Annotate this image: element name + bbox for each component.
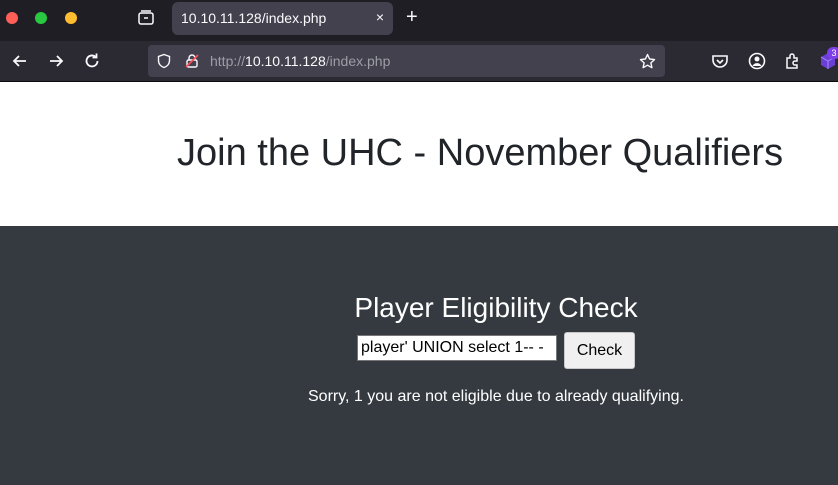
browser-titlebar: 10.10.11.128/index.php × +	[0, 0, 838, 41]
new-tab-button[interactable]: +	[406, 6, 418, 29]
url-path: /index.php	[325, 53, 391, 69]
tab-list-icon[interactable]	[137, 9, 155, 27]
back-icon[interactable]	[10, 51, 30, 71]
extension-badge-icon[interactable]: 3	[818, 47, 838, 71]
address-bar[interactable]: http://10.10.11.128/index.php	[148, 45, 665, 77]
bookmark-star-icon[interactable]	[639, 53, 656, 70]
url-scheme: http://	[210, 53, 246, 69]
player-name-input[interactable]	[357, 335, 557, 361]
pocket-icon[interactable]	[710, 51, 730, 71]
extensions-icon[interactable]	[783, 51, 803, 71]
page-header: Join the UHC - November Qualifiers	[0, 82, 838, 226]
result-message: Sorry, 1 you are not eligible due to alr…	[308, 388, 684, 405]
close-window-button[interactable]	[6, 12, 18, 24]
insecure-lock-icon[interactable]	[184, 53, 200, 69]
close-tab-icon[interactable]: ×	[376, 9, 384, 25]
browser-navbar: http://10.10.11.128/index.php 3	[0, 41, 838, 82]
active-tab[interactable]: 10.10.11.128/index.php ×	[172, 2, 393, 35]
url-text: http://10.10.11.128/index.php	[210, 53, 390, 69]
forward-icon[interactable]	[46, 51, 66, 71]
section-title: Player Eligibility Check	[354, 292, 638, 323]
page-title: Join the UHC - November Qualifiers	[177, 132, 784, 174]
check-button[interactable]: Check	[564, 332, 635, 369]
shield-icon[interactable]	[156, 53, 172, 69]
account-icon[interactable]	[747, 51, 767, 71]
url-host: 10.10.11.128	[245, 53, 326, 69]
maximize-window-button[interactable]	[35, 12, 47, 24]
reload-icon[interactable]	[82, 51, 102, 71]
minimize-window-button[interactable]	[65, 12, 77, 24]
extension-badge-count: 3	[827, 47, 838, 59]
tab-title: 10.10.11.128/index.php	[181, 10, 327, 26]
